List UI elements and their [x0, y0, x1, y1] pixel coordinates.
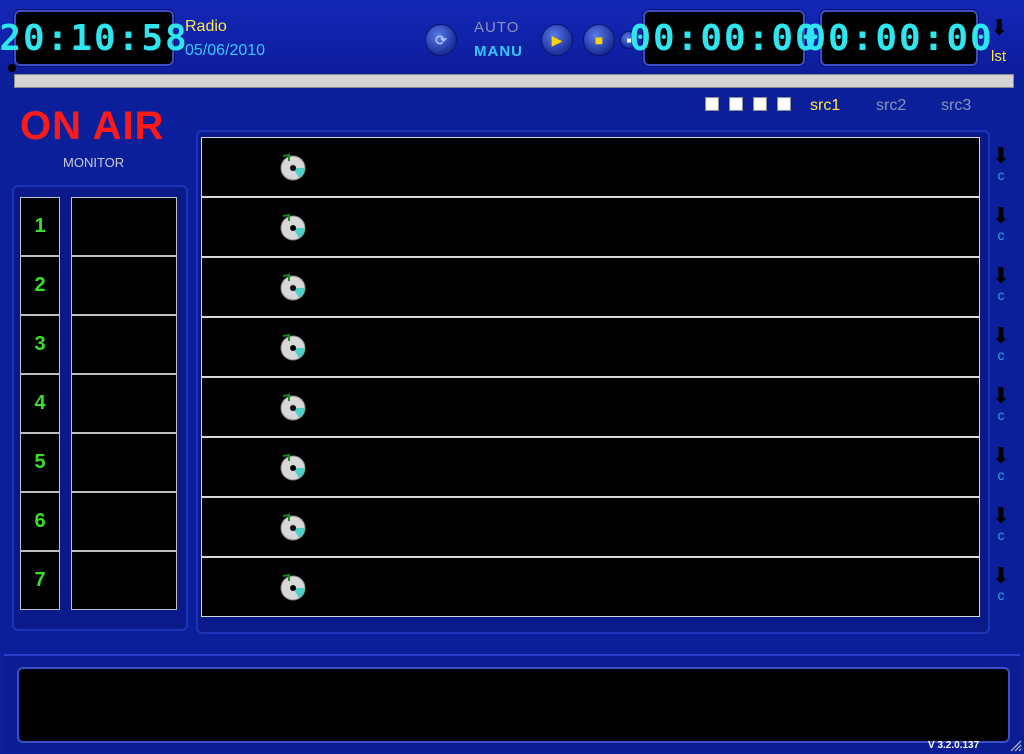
row-control-7[interactable]: ⬇ c: [988, 503, 1014, 544]
current-date: 05/06/2010: [185, 42, 266, 59]
on-air-title: ON AIR: [20, 104, 165, 148]
monitor-slot[interactable]: [71, 256, 177, 315]
down-arrow-icon: ⬇: [991, 443, 1011, 468]
clock-display: 20:10:58: [0, 10, 187, 66]
cd-icon: [280, 393, 306, 421]
monitor-slot[interactable]: [71, 197, 177, 256]
lst-arrow-icon[interactable]: ⬇: [990, 15, 1008, 41]
row-control-label: c: [997, 167, 1005, 183]
row-control-label: c: [997, 407, 1005, 423]
monitor-slot[interactable]: [71, 492, 177, 551]
monitor-label: MONITOR: [63, 155, 125, 170]
tab-src2[interactable]: src2: [876, 97, 906, 115]
tab-src3[interactable]: src3: [941, 97, 971, 115]
cd-icon: [280, 513, 306, 541]
row-control-5[interactable]: ⬇ c: [988, 383, 1014, 424]
monitor-number[interactable]: 6: [20, 492, 60, 551]
playlist-row[interactable]: [201, 137, 980, 197]
stop-button[interactable]: ■: [583, 24, 615, 56]
down-arrow-icon: ⬇: [991, 203, 1011, 228]
timer-display-1: 00:00:00: [629, 10, 817, 66]
down-arrow-icon: ⬇: [991, 563, 1011, 588]
mode-auto-toggle[interactable]: AUTO: [474, 19, 519, 36]
playlist-row[interactable]: [201, 377, 980, 437]
station-name: Radio: [185, 18, 227, 35]
monitor-slot[interactable]: [71, 433, 177, 492]
row-control-label: c: [997, 227, 1005, 243]
row-control-1[interactable]: ⬇ c: [988, 143, 1014, 184]
monitor-name-column: [71, 197, 177, 610]
monitor-slot[interactable]: [71, 315, 177, 374]
checkbox-4[interactable]: [777, 97, 791, 111]
monitor-number[interactable]: 2: [20, 256, 60, 315]
cd-icon: [280, 333, 306, 361]
playlist-row[interactable]: [201, 257, 980, 317]
message-area: [17, 667, 1010, 743]
checkbox-2[interactable]: [729, 97, 743, 111]
tab-src1[interactable]: src1: [810, 97, 840, 115]
position-marker: [8, 64, 16, 72]
monitor-number[interactable]: 4: [20, 374, 60, 433]
row-control-label: c: [997, 347, 1005, 363]
cd-icon: [280, 573, 306, 601]
playlist-row[interactable]: [201, 317, 980, 377]
lst-label[interactable]: lst: [991, 48, 1006, 65]
checkbox-1[interactable]: [705, 97, 719, 111]
row-control-label: c: [997, 587, 1005, 603]
cd-icon: [280, 153, 306, 181]
monitor-number-column: 1 2 3 4 5 6 7: [20, 197, 60, 610]
cd-icon: [280, 213, 306, 241]
monitor-number[interactable]: 1: [20, 197, 60, 256]
down-arrow-icon: ⬇: [991, 143, 1011, 168]
playlist: [201, 137, 980, 617]
resize-grip-icon[interactable]: [1008, 738, 1022, 752]
down-arrow-icon: ⬇: [991, 263, 1011, 288]
row-control-2[interactable]: ⬇ c: [988, 203, 1014, 244]
row-control-label: c: [997, 467, 1005, 483]
refresh-icon: ⟳: [435, 31, 447, 48]
down-arrow-icon: ⬇: [991, 503, 1011, 528]
refresh-button[interactable]: ⟳: [425, 24, 457, 56]
version-label: V 3.2.0.137: [928, 740, 980, 751]
play-icon: ▶: [551, 31, 563, 48]
playlist-row[interactable]: [201, 557, 980, 617]
playlist-row[interactable]: [201, 437, 980, 497]
cd-icon: [280, 273, 306, 301]
monitor-slot[interactable]: [71, 551, 177, 610]
monitor-number[interactable]: 5: [20, 433, 60, 492]
row-control-label: c: [997, 287, 1005, 303]
monitor-slot[interactable]: [71, 374, 177, 433]
stop-icon: ■: [594, 32, 604, 48]
playback-progress-bar[interactable]: [14, 74, 1014, 88]
row-control-6[interactable]: ⬇ c: [988, 443, 1014, 484]
mode-manu-toggle[interactable]: MANU: [474, 43, 523, 60]
monitor-number[interactable]: 7: [20, 551, 60, 610]
checkbox-3[interactable]: [753, 97, 767, 111]
row-control-3[interactable]: ⬇ c: [988, 263, 1014, 304]
playlist-row[interactable]: [201, 497, 980, 557]
timer-display-2: 00:00:00: [804, 10, 992, 66]
down-arrow-icon: ⬇: [991, 383, 1011, 408]
playlist-row[interactable]: [201, 197, 980, 257]
cd-icon: [280, 453, 306, 481]
row-control-4[interactable]: ⬇ c: [988, 323, 1014, 364]
play-button[interactable]: ▶: [541, 24, 573, 56]
down-arrow-icon: ⬇: [991, 323, 1011, 348]
row-control-8[interactable]: ⬇ c: [988, 563, 1014, 604]
monitor-number[interactable]: 3: [20, 315, 60, 374]
row-control-label: c: [997, 527, 1005, 543]
